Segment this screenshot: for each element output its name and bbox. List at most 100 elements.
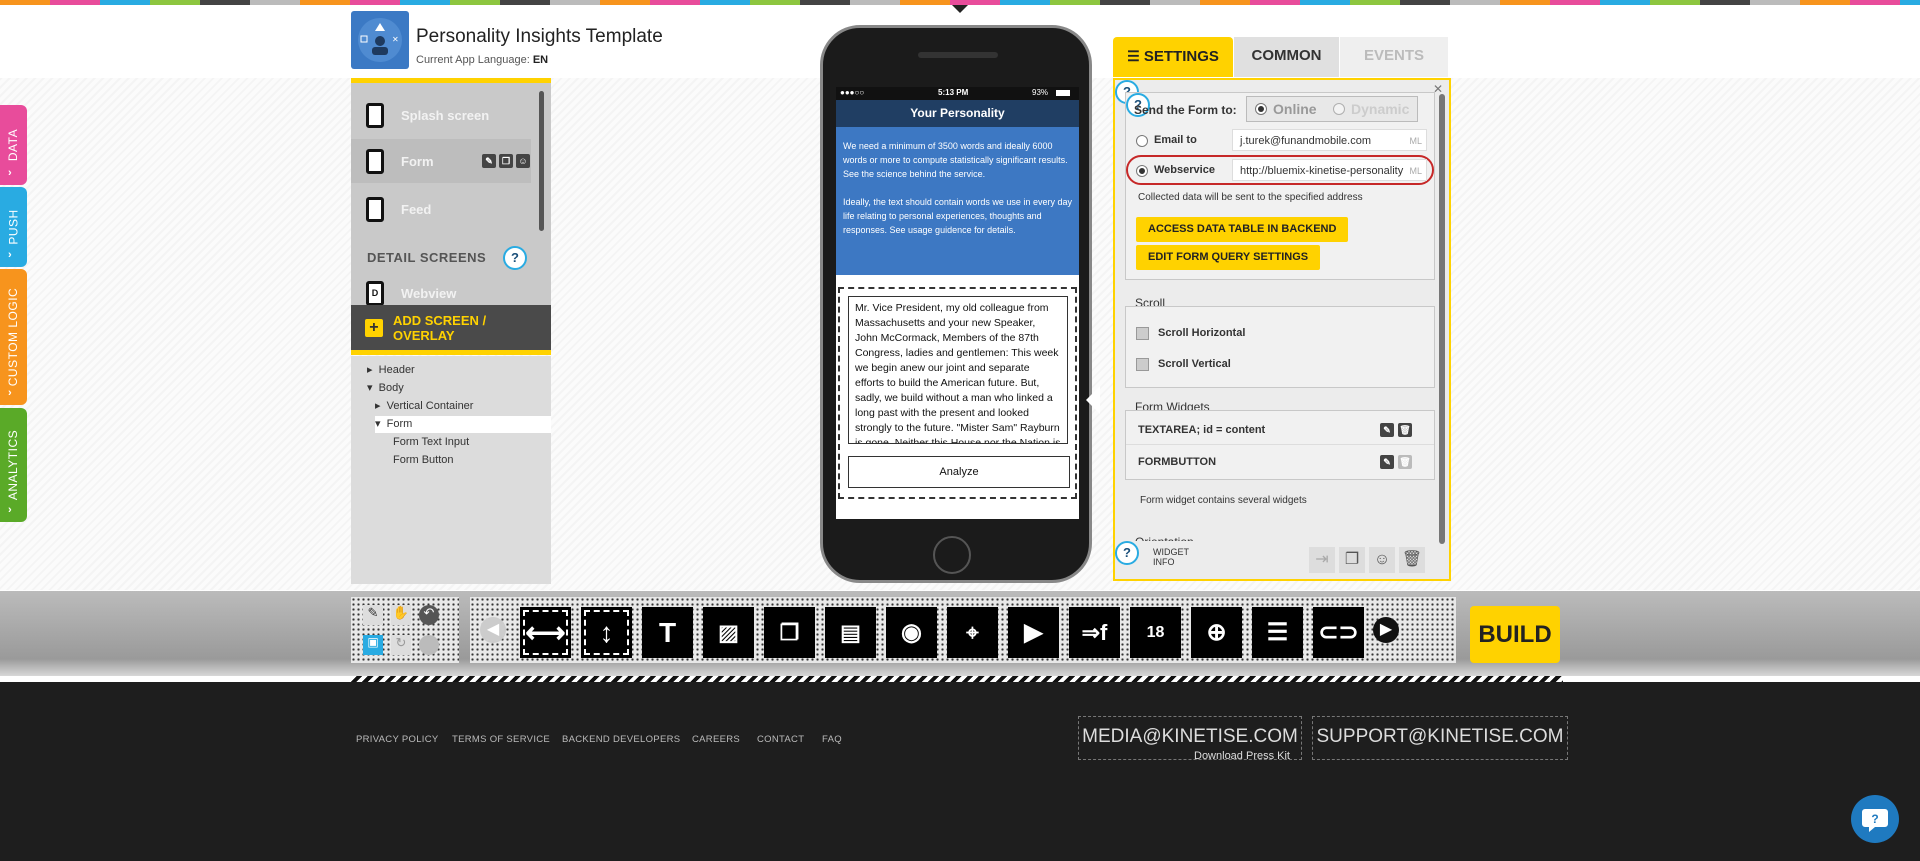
side-tab-data[interactable]: DATA ›: [0, 105, 27, 185]
intro-text-box: We need a minimum of 3500 words and idea…: [836, 127, 1079, 275]
gallery-icon[interactable]: ❐: [764, 607, 815, 658]
svg-text:✕: ✕: [392, 35, 399, 44]
widget-palette: ◀ ⟷ ↕ T ▨ ❐ ▤ ◉ ⌖ ▶ ⇒f 18 ⊕ ☰ ⊂⊃ ▶: [470, 597, 1456, 663]
tab-events[interactable]: EVENTS: [1340, 37, 1448, 77]
text-icon[interactable]: T: [642, 607, 693, 658]
calendar-icon[interactable]: 18: [1130, 607, 1181, 658]
terms-link[interactable]: TERMS OF SERVICE: [452, 734, 550, 745]
mask-icon[interactable]: ☺: [516, 154, 530, 168]
webservice-radio[interactable]: [1136, 165, 1148, 177]
send-mode-toggle[interactable]: Online Dynamic: [1246, 96, 1418, 122]
side-tab-custom-logic[interactable]: CUSTOM LOGIC ›: [0, 269, 27, 405]
vertical-container-icon[interactable]: ↕: [581, 607, 632, 658]
hand-icon[interactable]: ✋: [391, 605, 411, 625]
signal-icon: ●●●○○: [840, 88, 865, 97]
save-icon[interactable]: ▣: [363, 635, 383, 655]
screen-item-feed[interactable]: Feed: [351, 187, 531, 231]
scroll-vertical-checkbox[interactable]: [1136, 358, 1149, 371]
edit-icon[interactable]: ✎: [1380, 455, 1394, 469]
tree-node-selected[interactable]: ▾ Form: [375, 416, 551, 433]
chat-button[interactable]: ?: [1851, 795, 1899, 843]
edit-tools-group: ✎ ✋ ↶ ▣ ↻: [351, 597, 459, 663]
toggle-icon[interactable]: ⊂⊃: [1313, 607, 1364, 658]
edit-icon[interactable]: ✎: [1380, 423, 1394, 437]
image-icon[interactable]: ▨: [703, 607, 754, 658]
form-container[interactable]: Mr. Vice President, my old colleague fro…: [838, 287, 1077, 499]
screen-item-webview[interactable]: D Webview: [351, 280, 531, 306]
support-email-link[interactable]: SUPPORT@KINETISE.COM: [1312, 716, 1568, 760]
app-icon: ✕: [358, 18, 402, 62]
build-button[interactable]: BUILD: [1470, 606, 1560, 663]
footer: PRIVACY POLICY TERMS OF SERVICE BACKEND …: [0, 682, 1920, 861]
help-icon[interactable]: ?: [503, 246, 527, 270]
edit-form-query-button[interactable]: EDIT FORM QUERY SETTINGS: [1136, 245, 1321, 270]
screens-scrollbar[interactable]: [539, 91, 544, 231]
careers-link[interactable]: CAREERS: [692, 734, 740, 745]
trash-icon[interactable]: 🗑: [1399, 547, 1425, 573]
facebook-icon[interactable]: ⇒f: [1069, 607, 1120, 658]
move-out-icon[interactable]: ⇥: [1309, 547, 1335, 573]
map-icon[interactable]: ⌖: [947, 607, 998, 658]
screen-item-splash[interactable]: Splash screen: [351, 93, 531, 137]
phone-screen-icon: [366, 148, 384, 174]
play-icon[interactable]: ▶: [1008, 607, 1059, 658]
tree-node[interactable]: ▸ Header: [367, 362, 415, 379]
side-tab-push[interactable]: PUSH ›: [0, 187, 27, 267]
undo-icon[interactable]: ↶: [419, 605, 439, 625]
list-icon[interactable]: ☰: [1252, 607, 1303, 658]
access-data-table-button[interactable]: ACCESS DATA TABLE IN BACKEND: [1136, 217, 1349, 242]
press-kit-link[interactable]: Download Press Kit: [1194, 750, 1290, 762]
email-field[interactable]: j.turek@funandmobile.com ML: [1232, 129, 1427, 151]
panel-pointer: [1086, 386, 1100, 414]
backend-developers-link[interactable]: BACKEND DEVELOPERS: [562, 734, 680, 745]
widget-info-bar: ? WIDGET INFO ⇥ ❐ ☺ 🗑: [1115, 541, 1449, 579]
email-radio[interactable]: [1136, 135, 1148, 147]
privacy-policy-link[interactable]: PRIVACY POLICY: [356, 734, 439, 745]
scroll-right-icon[interactable]: ▶: [1373, 617, 1399, 643]
edit-icon[interactable]: ✎: [482, 154, 496, 168]
status-bar: ●●●○○ 5:13 PM 93%: [836, 87, 1079, 100]
app-logo[interactable]: ✕: [351, 11, 409, 69]
copy-icon[interactable]: ❐: [1339, 547, 1365, 573]
form-widgets-section: TEXTAREA; id = content ✎ 🗑 FORMBUTTON ✎ …: [1125, 410, 1435, 480]
pencil-icon[interactable]: ✎: [363, 605, 383, 625]
horizontal-container-icon[interactable]: ⟷: [520, 607, 571, 658]
mask-icon[interactable]: ☺: [1369, 547, 1395, 573]
add-screen-button[interactable]: + ADD SCREEN / OVERLAY: [351, 305, 551, 355]
help-icon[interactable]: ?: [1115, 541, 1139, 565]
faq-link[interactable]: FAQ: [822, 734, 842, 745]
trash-icon: 🗑: [1398, 455, 1412, 469]
app-language: Current App Language: EN: [416, 54, 549, 66]
tab-settings[interactable]: ☰ SETTINGS: [1113, 37, 1233, 77]
redo-icon[interactable]: ↻: [391, 635, 411, 655]
scroll-horizontal-checkbox[interactable]: [1136, 327, 1149, 340]
app-title: Personality Insights Template: [416, 26, 663, 47]
chat-bubble-icon: ?: [1862, 809, 1888, 832]
plus-icon: +: [365, 318, 383, 337]
svg-text:?: ?: [1871, 812, 1878, 826]
image-list-icon[interactable]: ▤: [825, 607, 876, 658]
trash-icon[interactable]: 🗑: [1398, 423, 1412, 437]
form-textarea[interactable]: Mr. Vice President, my old colleague fro…: [848, 296, 1068, 444]
search-web-icon[interactable]: ⊕: [1191, 607, 1242, 658]
online-radio[interactable]: [1255, 103, 1267, 115]
widget-row[interactable]: TEXTAREA; id = content ✎ 🗑: [1126, 415, 1434, 445]
dynamic-radio[interactable]: [1333, 103, 1345, 115]
contact-link[interactable]: CONTACT: [757, 734, 804, 745]
copy-icon[interactable]: ❐: [499, 154, 513, 168]
video-icon[interactable]: ◉: [886, 607, 937, 658]
battery-icon: [1056, 90, 1070, 96]
disabled-tool-icon: [419, 635, 439, 655]
tree-node[interactable]: Form Button: [393, 452, 454, 469]
widget-row[interactable]: FORMBUTTON ✎ 🗑: [1126, 447, 1434, 477]
tree-node[interactable]: ▸ Vertical Container: [375, 398, 473, 415]
scroll-left-icon[interactable]: ◀: [480, 617, 506, 643]
settings-scrollbar[interactable]: [1439, 94, 1445, 544]
webservice-field[interactable]: http://bluemix-kinetise-personality ML: [1232, 159, 1427, 181]
screen-item-form[interactable]: Form ✎ ❐ ☺: [351, 139, 531, 183]
side-tab-analytics[interactable]: ANALYTICS ›: [0, 408, 27, 522]
analyze-button[interactable]: Analyze: [848, 456, 1070, 488]
tab-common[interactable]: COMMON: [1234, 37, 1339, 77]
tree-node[interactable]: Form Text Input: [393, 434, 469, 451]
tree-node[interactable]: ▾ Body: [367, 380, 404, 397]
